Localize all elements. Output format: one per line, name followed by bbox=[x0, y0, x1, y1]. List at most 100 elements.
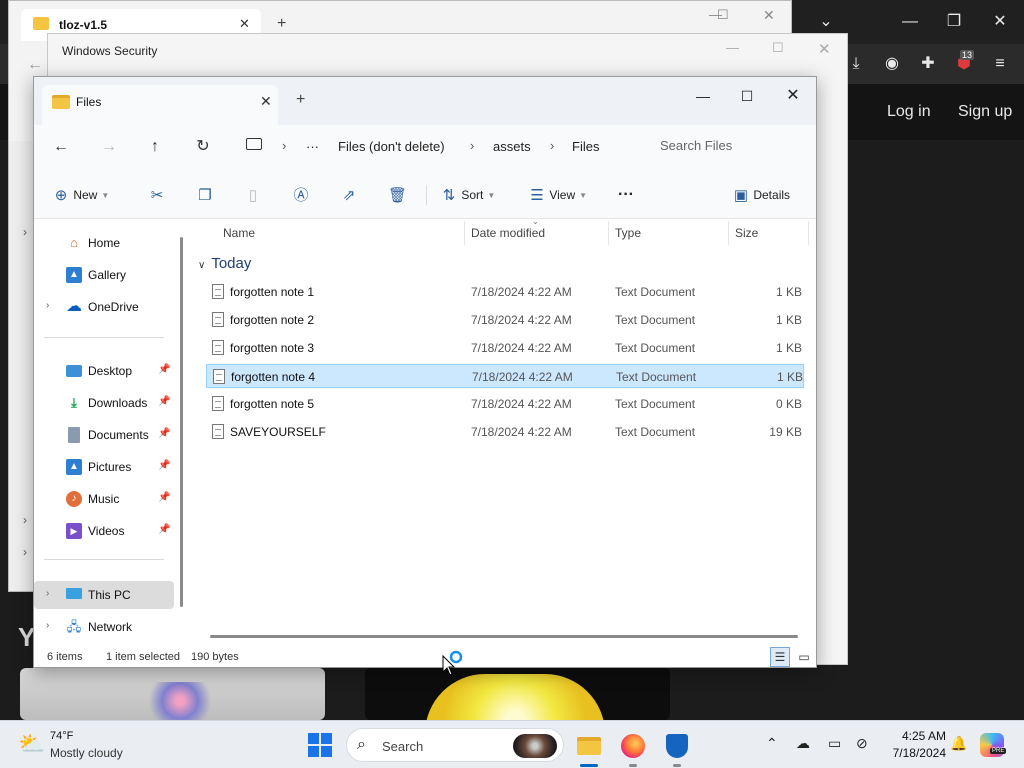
maximize-icon[interactable]: ☐ bbox=[717, 7, 729, 23]
tiles-view-icon[interactable]: ▭ bbox=[794, 647, 814, 667]
file-row[interactable]: forgotten note 1 7/18/2024 4:22 AM Text … bbox=[206, 280, 804, 304]
chevron-right-icon[interactable]: › bbox=[470, 138, 474, 153]
nav-item-documents[interactable]: Documents 📌 bbox=[34, 421, 174, 449]
maximize-button[interactable]: ☐ bbox=[732, 82, 762, 110]
column-header-date[interactable]: Date modified bbox=[471, 226, 545, 240]
chevron-right-icon[interactable]: › bbox=[282, 138, 286, 153]
start-button[interactable] bbox=[308, 733, 332, 757]
chevron-right-icon[interactable]: › bbox=[550, 138, 554, 153]
column-header-size[interactable]: Size bbox=[735, 226, 758, 240]
taskbar-file-explorer[interactable] bbox=[572, 729, 606, 761]
forward-button[interactable]: → bbox=[96, 135, 122, 159]
column-divider[interactable] bbox=[808, 221, 809, 245]
new-tab-icon[interactable]: + bbox=[277, 15, 286, 33]
close-icon[interactable]: ✕ bbox=[818, 40, 831, 58]
minimize-icon[interactable]: — bbox=[726, 40, 739, 55]
cut-button[interactable]: ✂ bbox=[148, 183, 166, 207]
taskbar-firefox[interactable] bbox=[616, 729, 650, 761]
delete-button[interactable]: 🗑 bbox=[388, 183, 407, 207]
file-row[interactable]: forgotten note 3 7/18/2024 4:22 AM Text … bbox=[206, 336, 804, 360]
column-header-type[interactable]: Type bbox=[615, 226, 641, 240]
network-status-icon[interactable]: ⊘ bbox=[856, 735, 868, 752]
chevron-right-icon[interactable]: › bbox=[23, 225, 27, 239]
nav-item-pictures[interactable]: ▲ Pictures 📌 bbox=[34, 453, 174, 481]
signup-link[interactable]: Sign up bbox=[958, 103, 1012, 121]
video-thumbnail[interactable] bbox=[365, 668, 670, 720]
restore-icon[interactable]: ❐ bbox=[942, 12, 966, 32]
nav-item-network[interactable]: › 🖧 Network bbox=[34, 613, 174, 641]
search-highlight-image[interactable] bbox=[513, 734, 557, 758]
group-header-today[interactable]: ∨ Today bbox=[198, 255, 251, 272]
taskbar-search[interactable]: ⌕ Search bbox=[346, 728, 564, 762]
search-input[interactable] bbox=[660, 138, 800, 153]
nav-item-home[interactable]: ⌂ Home bbox=[34, 229, 174, 257]
close-icon[interactable]: ✕ bbox=[763, 7, 775, 24]
back-icon[interactable]: ← bbox=[27, 56, 43, 74]
breadcrumb-item[interactable]: Files (don't delete) bbox=[338, 139, 445, 154]
nav-pane-scrollbar[interactable] bbox=[180, 237, 183, 607]
chevron-right-icon[interactable]: › bbox=[46, 620, 49, 631]
nav-item-desktop[interactable]: Desktop 📌 bbox=[34, 357, 174, 385]
nav-item-videos[interactable]: ▶ Videos 📌 bbox=[34, 517, 174, 545]
weather-description[interactable]: Mostly cloudy bbox=[50, 746, 123, 760]
file-row[interactable]: SAVEYOURSELF 7/18/2024 4:22 AM Text Docu… bbox=[206, 420, 804, 444]
menu-icon[interactable]: ≡ bbox=[988, 54, 1012, 74]
horizontal-scrollbar[interactable] bbox=[210, 635, 798, 638]
details-pane-button[interactable]: ▣ Details bbox=[732, 183, 790, 207]
minimize-icon[interactable]: — bbox=[898, 12, 922, 32]
maximize-icon[interactable]: ☐ bbox=[772, 40, 784, 56]
breadcrumb-item[interactable]: Files bbox=[572, 139, 599, 154]
nav-item-gallery[interactable]: ▲ Gallery bbox=[34, 261, 174, 289]
close-tab-icon[interactable]: ✕ bbox=[239, 16, 250, 32]
chevron-right-icon[interactable]: › bbox=[46, 588, 49, 599]
address-bar[interactable]: › ··· Files (don't delete) › assets › Fi… bbox=[238, 131, 632, 163]
close-button[interactable]: ✕ bbox=[778, 82, 808, 110]
close-icon[interactable]: ✕ bbox=[988, 12, 1012, 32]
weather-temperature[interactable]: 74°F bbox=[50, 730, 73, 742]
taskbar-windows-security[interactable] bbox=[660, 729, 694, 761]
notification-bell-icon[interactable]: 🔔 bbox=[950, 735, 967, 752]
clock-date[interactable]: 7/18/2024 bbox=[884, 746, 946, 760]
account-icon[interactable]: ◉ bbox=[880, 54, 904, 74]
clock-time[interactable]: 4:25 AM bbox=[896, 729, 946, 743]
back-button[interactable]: ← bbox=[48, 135, 74, 159]
paste-button[interactable]: ▯ bbox=[244, 183, 262, 207]
explorer-tab[interactable]: Files ✕ bbox=[42, 85, 278, 125]
refresh-button[interactable]: ↻ bbox=[190, 135, 216, 159]
breadcrumb-more[interactable]: ··· bbox=[306, 139, 319, 154]
chevron-up-icon[interactable]: ⌃ bbox=[766, 735, 778, 752]
details-view-icon[interactable]: ☰ bbox=[770, 647, 790, 667]
file-row[interactable]: forgotten note 2 7/18/2024 4:22 AM Text … bbox=[206, 308, 804, 332]
video-thumbnail[interactable] bbox=[20, 668, 325, 720]
more-options-button[interactable]: ··· bbox=[618, 183, 634, 207]
display-icon[interactable]: ▭ bbox=[828, 735, 841, 752]
sort-button[interactable]: ⇅ Sort ▼ bbox=[440, 183, 496, 207]
search-box[interactable] bbox=[650, 131, 810, 163]
minimize-button[interactable]: — bbox=[688, 82, 718, 110]
share-button[interactable]: ⇗ bbox=[340, 183, 358, 207]
copy-button[interactable]: ❐ bbox=[196, 183, 214, 207]
file-row-selected[interactable]: forgotten note 4 7/18/2024 4:22 AM Text … bbox=[206, 364, 804, 388]
nav-item-onedrive[interactable]: › ☁ OneDrive bbox=[34, 293, 174, 321]
nav-item-music[interactable]: ♪ Music 📌 bbox=[34, 485, 174, 513]
nav-item-downloads[interactable]: ⤓ Downloads 📌 bbox=[34, 389, 174, 417]
up-button[interactable]: ↑ bbox=[142, 135, 168, 159]
column-header-name[interactable]: Name bbox=[223, 226, 255, 240]
chevron-down-icon[interactable]: ⌄ bbox=[814, 12, 838, 32]
nav-item-this-pc[interactable]: › This PC bbox=[34, 581, 174, 609]
new-button[interactable]: ⊕ New ▼ bbox=[52, 183, 110, 207]
column-divider[interactable] bbox=[464, 221, 465, 245]
chevron-right-icon[interactable]: › bbox=[23, 545, 27, 559]
rename-button[interactable]: Ⓐ bbox=[292, 183, 310, 207]
breadcrumb-item[interactable]: assets bbox=[493, 139, 531, 154]
chevron-right-icon[interactable]: › bbox=[23, 513, 27, 527]
new-tab-icon[interactable]: + bbox=[296, 91, 305, 109]
extensions-icon[interactable]: ✚ bbox=[916, 54, 940, 74]
file-row[interactable]: forgotten note 5 7/18/2024 4:22 AM Text … bbox=[206, 392, 804, 416]
chevron-right-icon[interactable]: › bbox=[46, 300, 49, 311]
view-button[interactable]: ☰ View ▼ bbox=[528, 183, 587, 207]
column-divider[interactable] bbox=[728, 221, 729, 245]
weather-cloudy-icon[interactable]: ⛅ bbox=[18, 731, 45, 757]
onedrive-offline-icon[interactable]: ☁ bbox=[796, 735, 810, 752]
close-tab-icon[interactable]: ✕ bbox=[260, 93, 272, 110]
